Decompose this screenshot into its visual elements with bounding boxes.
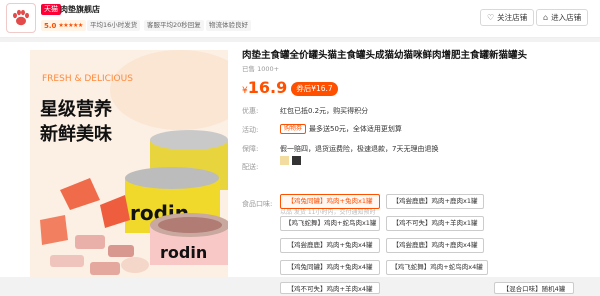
- discount-value: 红包已抵0.2元，购买得积分: [280, 107, 369, 115]
- can-brand-text-2: rodin: [160, 243, 207, 262]
- heart-icon: ♡: [487, 13, 495, 22]
- product-photo: FRESH & DELICIOUS 星级营养 新鲜美味 rodin rodin: [30, 50, 228, 277]
- shop-logo[interactable]: [6, 3, 36, 33]
- enter-shop-label: 进入店铺: [551, 13, 582, 22]
- rating-value: 5.0: [44, 21, 57, 30]
- guarantee-label: 保障:: [242, 145, 259, 153]
- activity-label: 活动:: [242, 126, 259, 134]
- rating-stars: ★★★★★: [58, 22, 83, 29]
- coupon-tag: 购物券: [280, 124, 307, 134]
- product-main-image[interactable]: FRESH & DELICIOUS 星级营养 新鲜美味 rodin rodin: [30, 50, 228, 277]
- option-chicken-ostrich-1[interactable]: 【鸡飞蛇舞】鸡肉+蛇鸟肉x1罐: [280, 216, 380, 231]
- store-icon: ⌂: [543, 13, 549, 22]
- shop-rating: 5.0 ★★★★★: [41, 20, 86, 31]
- product-title: 肉垫主食罐全价罐头猫主食罐头成猫幼猫咪鲜肉增肥主食罐新猫罐头: [242, 50, 528, 61]
- shop-header: 天猫 肉垫旗舰店 5.0 ★★★★★ 平均16小时发货 客服平均20秒回复 物流…: [0, 0, 600, 38]
- can-open: rodin: [150, 213, 228, 265]
- price-value: 16.9: [247, 78, 288, 97]
- discount-label: 优惠:: [242, 107, 259, 115]
- shop-name[interactable]: 肉垫旗舰店: [60, 3, 100, 16]
- follow-shop-button[interactable]: ♡ 关注店铺: [480, 9, 535, 26]
- price-row: ¥ 16.9 券后¥16.7: [242, 78, 338, 100]
- paw-icon: [13, 9, 29, 26]
- swatch-dark: [292, 156, 301, 165]
- banner-cn-line1: 星级营养: [40, 98, 113, 120]
- follow-shop-label: 关注店铺: [497, 13, 528, 22]
- option-chicken-deer-1[interactable]: 【鸡尝鹿鹿】鸡肉+鹿肉x1罐: [386, 194, 484, 209]
- enter-shop-button[interactable]: ⌂ 进入店铺: [536, 9, 589, 26]
- option-chicken-rabbit-4[interactable]: 【鸡尝鹿鹿】鸡肉+兔肉x4罐: [280, 238, 380, 253]
- metric-service: 客服平均20秒回复: [144, 20, 204, 31]
- option-chicken-deer-4[interactable]: 【鸡尝鹿鹿】鸡肉+鹿肉x4罐: [386, 238, 484, 253]
- option-mixed-4[interactable]: 【混合口味】随机4罐: [494, 282, 574, 294]
- option-chicken-lamb-1[interactable]: 【鸡不可失】鸡肉+羊肉x1罐: [386, 216, 484, 231]
- guarantee-value: 假一赔四，退货运费险，极速退款，7天无理由退换: [280, 145, 439, 153]
- activity-row[interactable]: 购物券 最多送50元，全体适用更划算: [280, 124, 402, 134]
- swatch-light: [280, 156, 289, 165]
- delivery-swatches: [280, 156, 301, 165]
- metric-logistics: 物流体验良好: [206, 20, 251, 31]
- flavor-label: 食品口味:: [242, 200, 273, 208]
- delivery-label: 配送:: [242, 163, 259, 171]
- banner-en-text: FRESH & DELICIOUS: [42, 74, 133, 84]
- sold-count: 已售 1000+: [242, 65, 280, 73]
- banner-cn-line2: 新鲜美味: [40, 123, 112, 145]
- option-chicken-rabbit-1[interactable]: 【鸡兔同罐】鸡肉+兔肉x1罐: [280, 194, 380, 209]
- coupon-price-badge[interactable]: 券后¥16.7: [291, 82, 338, 96]
- metric-shipping: 平均16小时发货: [87, 20, 141, 31]
- product-panel: FRESH & DELICIOUS 星级营养 新鲜美味 rodin rodin: [0, 42, 600, 294]
- option-chicken-ostrich-4[interactable]: 【鸡飞蛇舞】鸡肉+蛇鸟肉x4罐: [386, 260, 488, 275]
- option-chicken-lamb-4[interactable]: 【鸡不可失】鸡肉+羊肉x4罐: [280, 282, 380, 294]
- tmall-badge: 天猫: [41, 4, 61, 15]
- option-chicken-rabbit-4b[interactable]: 【鸡兔同罐】鸡肉+兔肉x4罐: [280, 260, 380, 275]
- activity-value: 最多送50元，全体适用更划算: [309, 125, 402, 133]
